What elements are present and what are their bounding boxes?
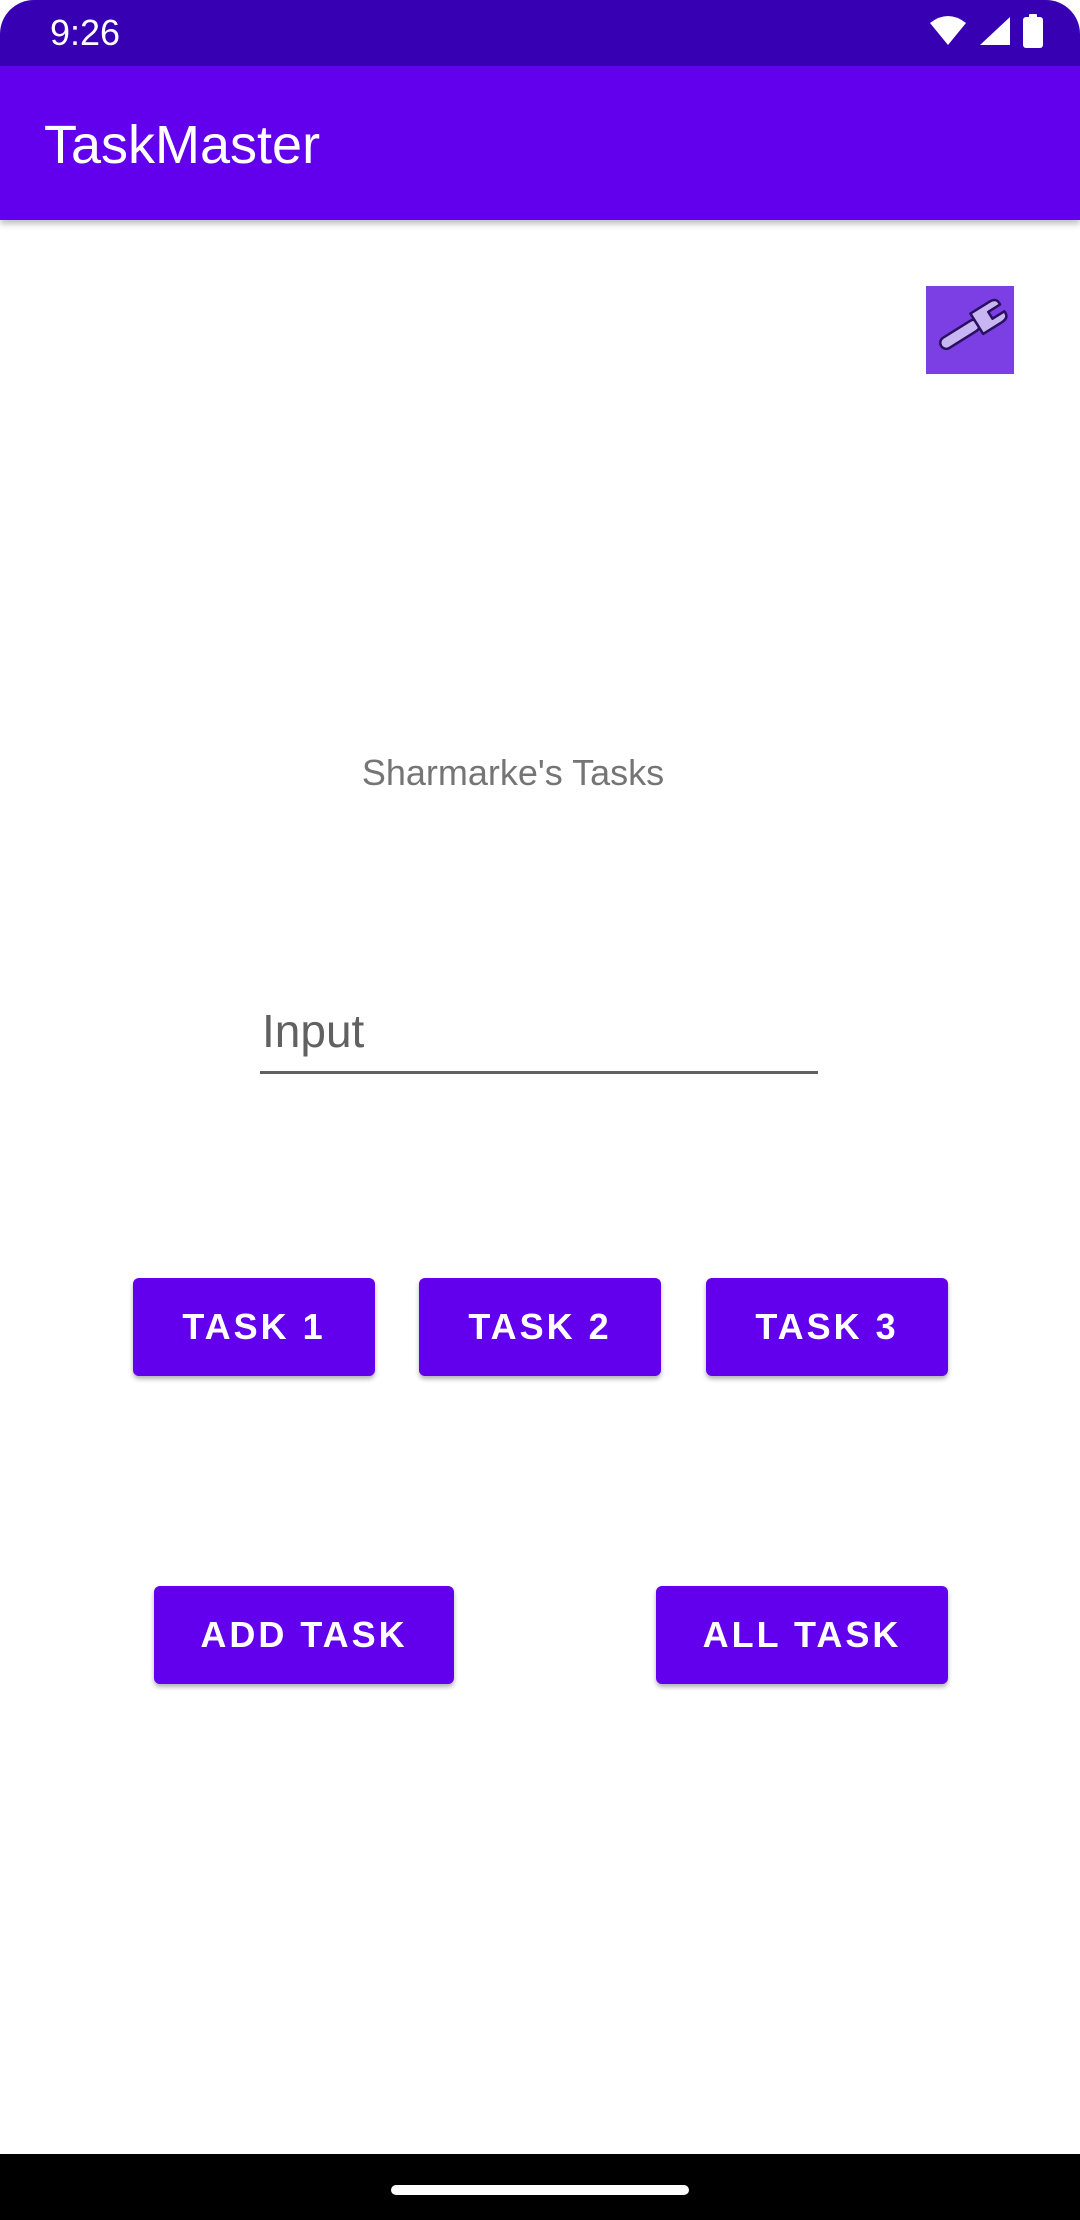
task-input[interactable]: [260, 990, 818, 1074]
task-3-button[interactable]: TASK 3: [706, 1278, 948, 1376]
app-bar: TaskMaster: [0, 66, 1080, 220]
wrench-icon: [930, 298, 1010, 363]
add-task-button[interactable]: ADD TASK: [154, 1586, 454, 1684]
settings-button[interactable]: [926, 286, 1014, 374]
all-task-button[interactable]: ALL TASK: [656, 1586, 948, 1684]
task-2-button[interactable]: TASK 2: [419, 1278, 661, 1376]
app-title: TaskMaster: [44, 115, 321, 175]
app-screen: 9:26 TaskMaster Sharmarke's Tasks Input …: [0, 0, 1080, 2220]
page-heading: Sharmarke's Tasks: [361, 752, 665, 793]
status-bar: 9:26: [0, 0, 1080, 66]
status-icons: [928, 13, 1044, 53]
signal-icon: [978, 15, 1012, 52]
status-time: 9:26: [50, 12, 121, 53]
home-handle[interactable]: [391, 2185, 689, 2195]
task-1-button[interactable]: TASK 1: [133, 1278, 375, 1376]
battery-icon: [1022, 13, 1044, 53]
wifi-icon: [928, 15, 968, 52]
